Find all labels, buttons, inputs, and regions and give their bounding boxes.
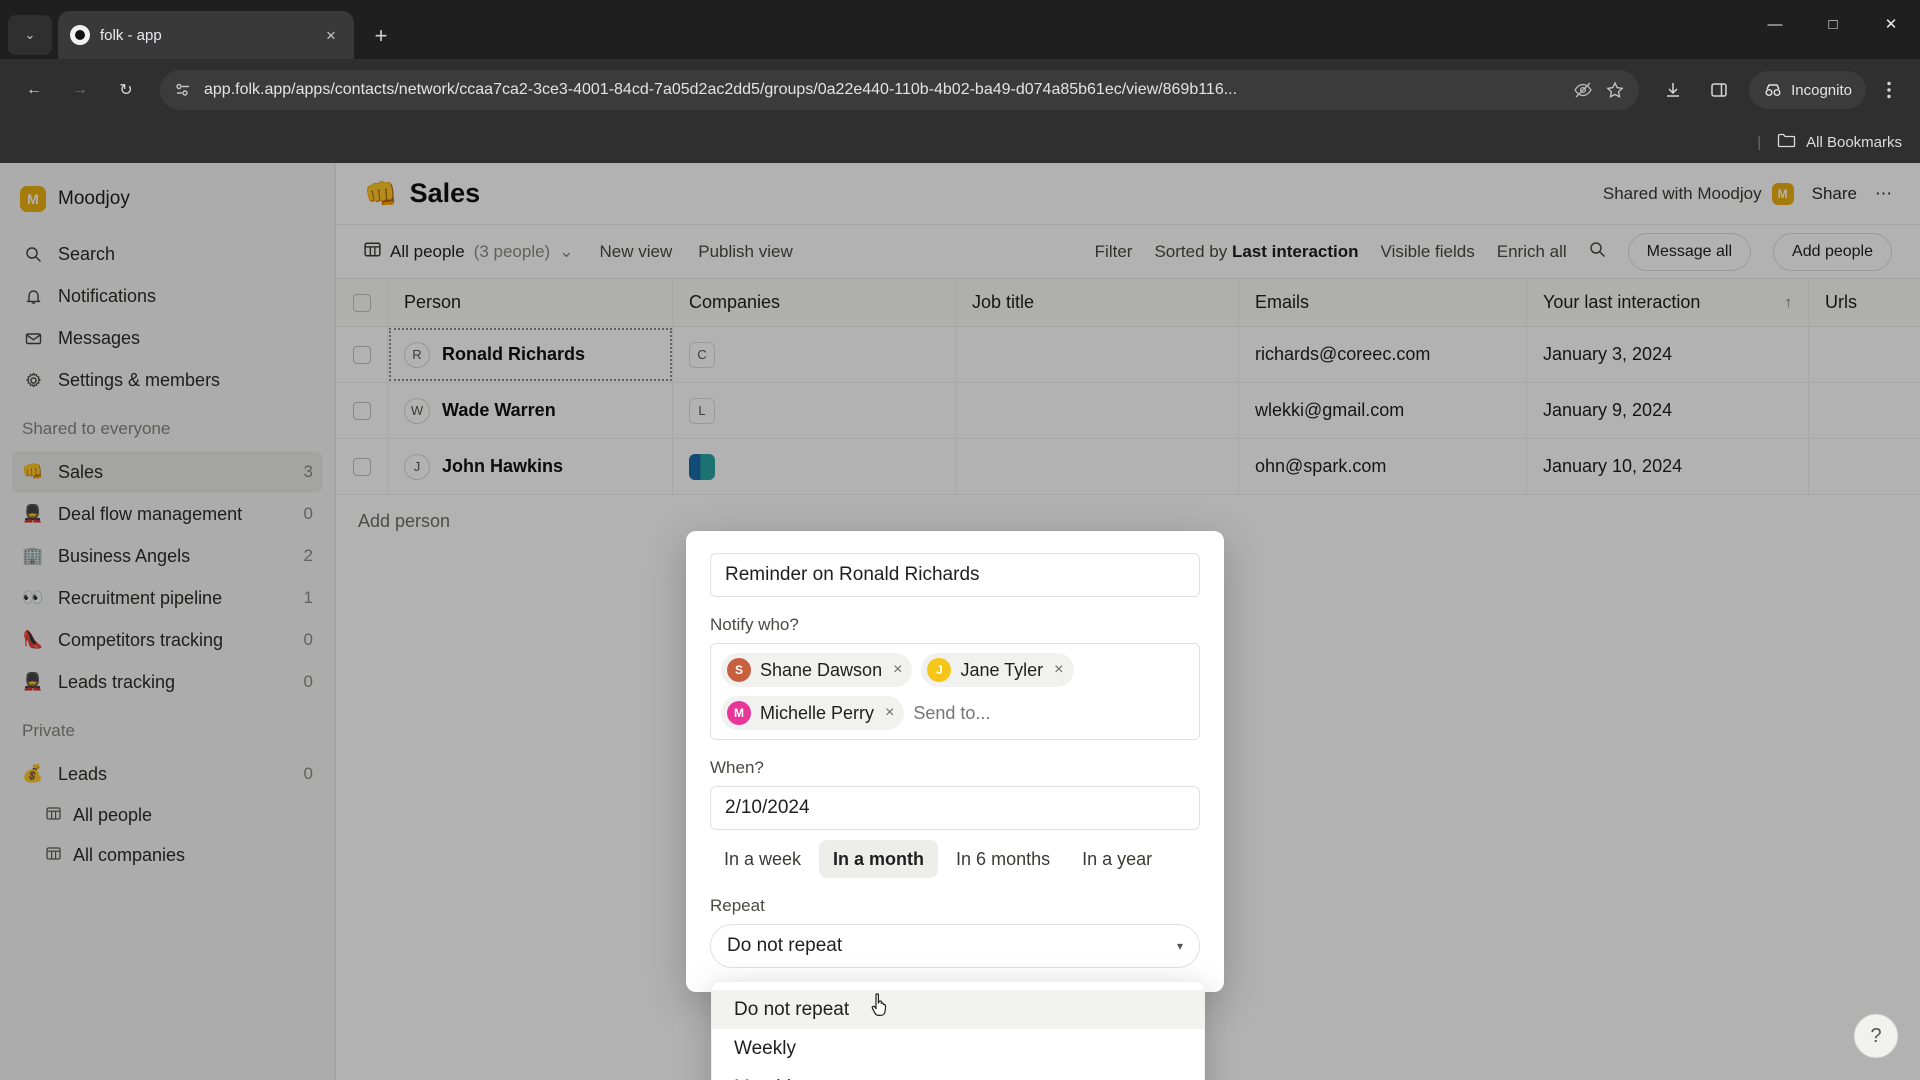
repeat-dropdown-menu: Do not repeat Weekly Monthly Semi-annual…	[711, 981, 1205, 1080]
recipient-name: Jane Tyler	[960, 659, 1044, 680]
browser-toolbar: ← → ↻ app.folk.app/apps/contacts/network…	[0, 59, 1920, 121]
recipient-chip[interactable]: S Shane Dawson ×	[721, 653, 913, 687]
quick-date-options: In a week In a month In 6 months In a ye…	[710, 840, 1200, 878]
mouse-cursor	[871, 993, 887, 1016]
recipient-search-input[interactable]	[913, 698, 1064, 728]
remove-icon[interactable]: ×	[891, 661, 902, 679]
recipient-name: Michelle Perry	[760, 702, 875, 723]
chevron-down-icon: ⌄	[24, 27, 36, 42]
close-icon[interactable]: ×	[320, 27, 342, 44]
hide-icon[interactable]	[1573, 80, 1593, 100]
avatar: S	[727, 658, 751, 682]
browser-tab[interactable]: folk - app ×	[58, 11, 354, 59]
tab-strip: ⌄ folk - app × + — □ ✕	[0, 0, 1920, 59]
tab-title: folk - app	[100, 26, 162, 44]
recipient-chip[interactable]: M Michelle Perry ×	[721, 696, 905, 730]
remove-icon[interactable]: ×	[1052, 661, 1063, 679]
forward-icon[interactable]: →	[60, 70, 100, 110]
chrome-menu-icon[interactable]	[1872, 70, 1906, 110]
repeat-option-weekly[interactable]: Weekly	[712, 1029, 1204, 1068]
repeat-option-do-not-repeat[interactable]: Do not repeat	[712, 990, 1204, 1029]
side-panel-icon[interactable]	[1699, 70, 1739, 110]
avatar: J	[927, 658, 952, 682]
folk-logo-icon	[70, 25, 90, 45]
reminder-title-input[interactable]	[710, 553, 1200, 597]
reminder-modal: Notify who? S Shane Dawson × J Jane Tyle…	[686, 531, 1224, 992]
address-bar[interactable]: app.folk.app/apps/contacts/network/ccaa7…	[160, 70, 1640, 110]
window-close-icon[interactable]: ✕	[1862, 0, 1920, 48]
remove-icon[interactable]: ×	[883, 704, 894, 722]
download-icon[interactable]	[1653, 70, 1693, 110]
bookmarks-bar: | All Bookmarks	[0, 121, 1920, 163]
maximize-icon[interactable]: □	[1804, 0, 1862, 48]
recipients-field[interactable]: S Shane Dawson × J Jane Tyler × M Michel…	[710, 643, 1200, 740]
reminder-date-input[interactable]	[710, 786, 1200, 830]
notify-who-label: Notify who?	[710, 615, 799, 634]
bookmark-star-icon[interactable]	[1605, 80, 1625, 100]
window-controls: — □ ✕	[1746, 0, 1920, 48]
reload-icon[interactable]: ↻	[106, 70, 146, 110]
minimize-icon[interactable]: —	[1746, 0, 1804, 48]
repeat-label: Repeat	[710, 896, 765, 915]
browser-window: ⌄ folk - app × + — □ ✕ ← → ↻ app.folk.ap…	[0, 0, 1920, 1080]
quick-option-in-a-week[interactable]: In a week	[710, 840, 815, 878]
quick-option-in-a-year[interactable]: In a year	[1068, 840, 1166, 878]
recipient-name: Shane Dawson	[760, 659, 883, 680]
site-settings-icon[interactable]	[174, 81, 192, 99]
incognito-indicator[interactable]: Incognito	[1749, 71, 1866, 109]
app-area: M Moodjoy Search Notifications Messages …	[0, 163, 1920, 1080]
back-icon[interactable]: ←	[14, 70, 54, 110]
tab-search-button[interactable]: ⌄	[8, 15, 52, 55]
folder-icon	[1777, 132, 1796, 152]
bookmarks-divider: |	[1757, 133, 1762, 151]
quick-option-in-6-months[interactable]: In 6 months	[942, 840, 1064, 878]
help-button[interactable]: ?	[1854, 1014, 1898, 1058]
url-text: app.folk.app/apps/contacts/network/ccaa7…	[204, 81, 1238, 98]
repeat-option-monthly[interactable]: Monthly	[712, 1068, 1204, 1080]
chevron-down-icon: ▾	[1176, 939, 1183, 953]
new-tab-button[interactable]: +	[366, 23, 396, 49]
repeat-select[interactable]: Do not repeat ▾	[710, 924, 1200, 968]
quick-option-in-a-month[interactable]: In a month	[819, 840, 939, 878]
recipient-chip[interactable]: J Jane Tyler ×	[921, 653, 1074, 687]
avatar: M	[727, 701, 751, 725]
all-bookmarks-label[interactable]: All Bookmarks	[1806, 134, 1902, 151]
when-label: When?	[710, 758, 764, 777]
incognito-label: Incognito	[1791, 81, 1852, 99]
repeat-selected-value: Do not repeat	[727, 935, 843, 956]
